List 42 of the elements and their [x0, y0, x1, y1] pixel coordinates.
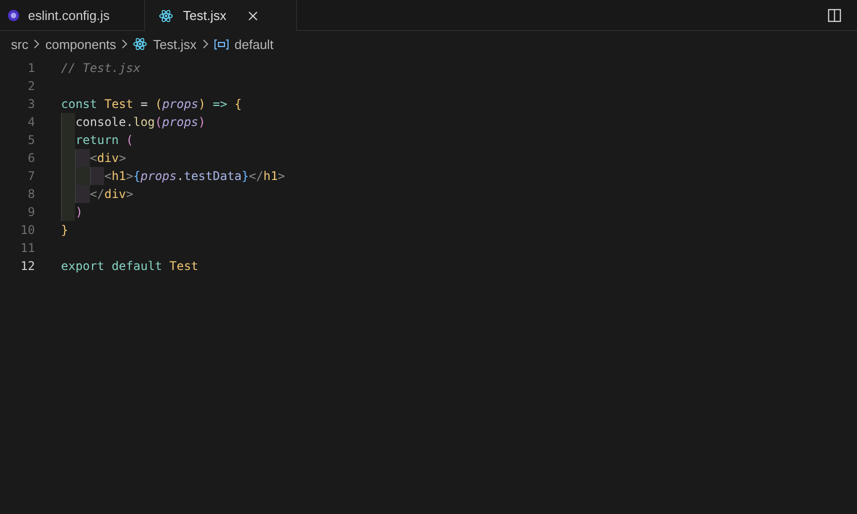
line-number: 7 [26, 169, 35, 183]
indent-guide [75, 149, 90, 167]
chevron-icon [202, 39, 209, 49]
split-editor-icon[interactable] [828, 8, 841, 22]
editor-tab[interactable]: Test.jsx [145, 0, 297, 31]
line-number: 12 [20, 259, 35, 273]
code-line: export default Test [61, 259, 198, 273]
code-line: // Test.jsx [61, 61, 140, 75]
line-number: 8 [26, 187, 35, 201]
react-icon [133, 37, 148, 51]
indent-guide [61, 203, 76, 221]
line-number: 3 [26, 97, 35, 111]
code-line: </div> [90, 187, 134, 201]
line-number: 1 [26, 61, 35, 75]
close-icon[interactable] [248, 10, 258, 20]
react-icon [159, 8, 173, 22]
code-line: console.log(props) [75, 115, 206, 129]
code-line: <h1>{props.testData}</h1> [104, 169, 286, 183]
line-number: 11 [20, 241, 35, 255]
indent-guide [90, 167, 104, 185]
line-number: 6 [26, 151, 35, 165]
breadcrumb-item[interactable]: Test.jsx [133, 36, 197, 52]
line-number: 9 [26, 205, 35, 219]
indent-guide [75, 167, 90, 185]
breadcrumb-item[interactable]: src [11, 36, 28, 52]
code-line: ) [75, 205, 83, 219]
line-number: 4 [26, 115, 35, 129]
line-number: 10 [20, 223, 35, 237]
chevron-icon [33, 39, 40, 49]
chevron-icon [121, 39, 128, 49]
code-line: return ( [75, 133, 134, 147]
indent-guide [61, 113, 76, 131]
breadcrumb-item[interactable]: components [45, 36, 116, 52]
indent-guide [75, 185, 90, 203]
code-line: <div> [90, 151, 126, 165]
line-number: 2 [26, 79, 35, 93]
breadcrumb-item[interactable]: default [214, 36, 274, 52]
line-number: 5 [26, 133, 35, 147]
code-line: } [61, 223, 68, 237]
file-type-icon [7, 8, 20, 22]
variable-icon [214, 38, 229, 50]
code-line: const Test = (props) => { [61, 97, 242, 111]
